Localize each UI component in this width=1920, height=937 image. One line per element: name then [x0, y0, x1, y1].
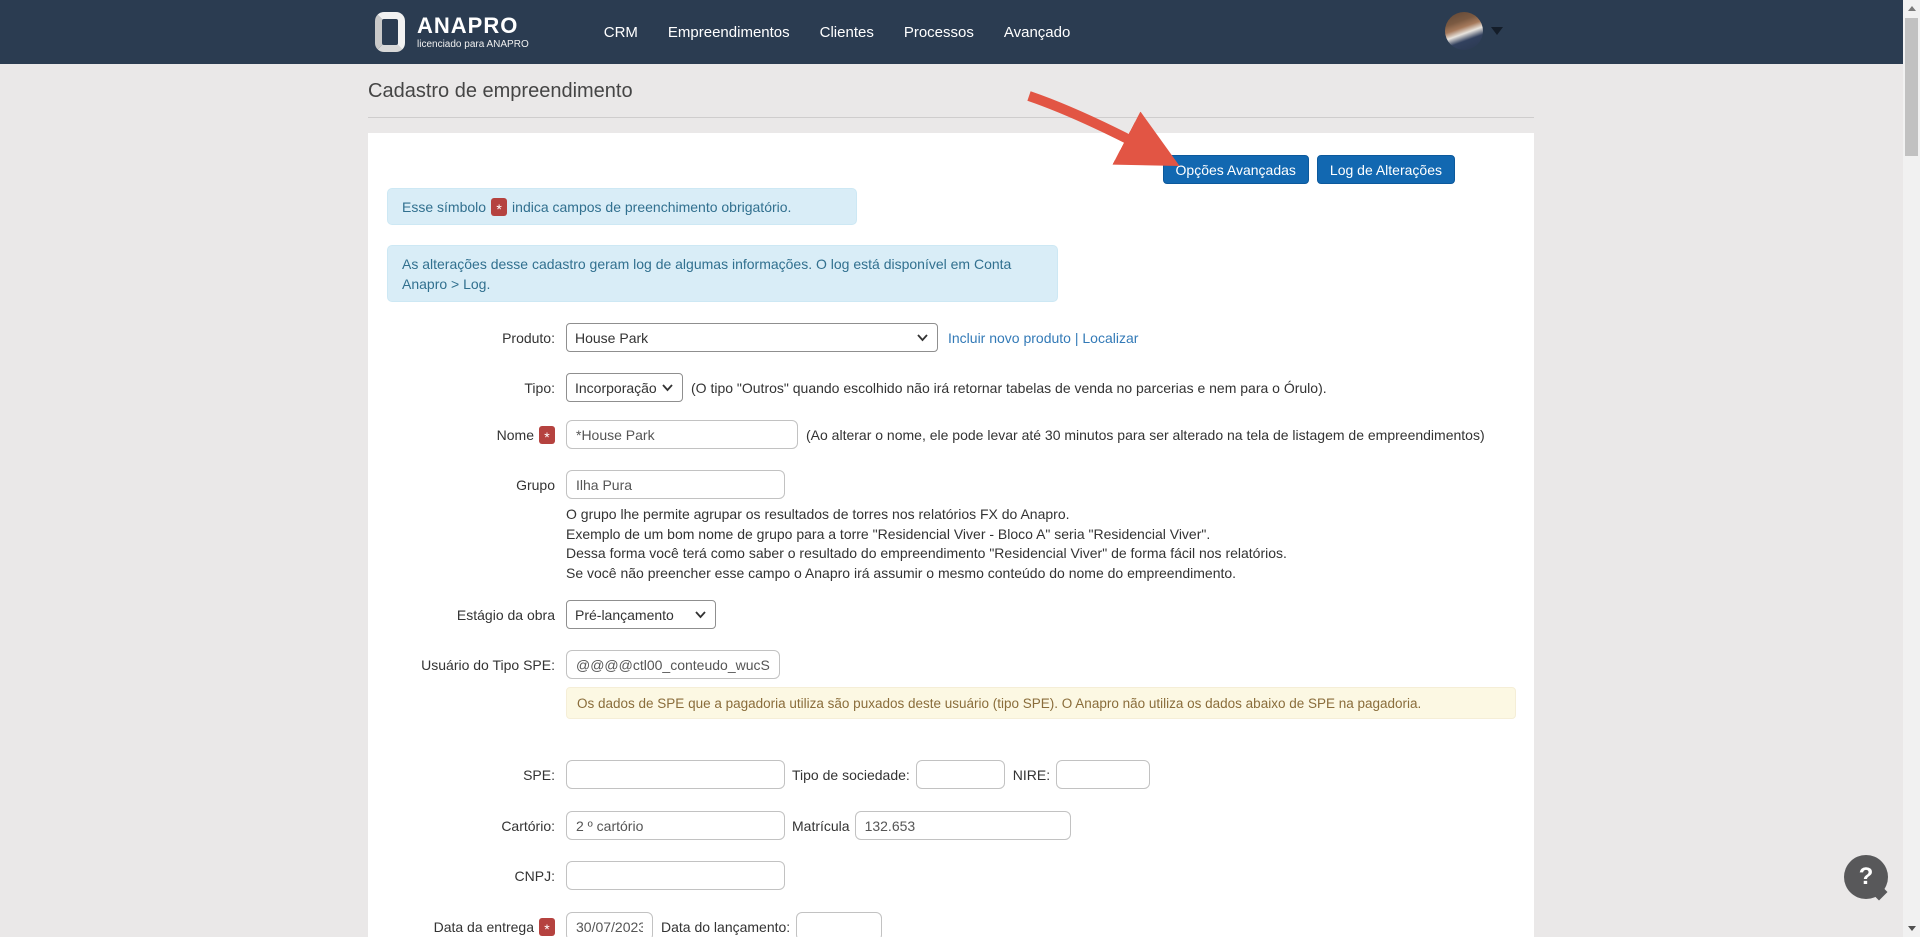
tipo-select[interactable]: Incorporação — [566, 373, 683, 402]
data-lancamento-label: Data do lançamento: — [661, 919, 790, 935]
cartorio-label: Cartório: — [368, 818, 555, 834]
nome-note: (Ao alterar o nome, ele pode levar até 3… — [806, 427, 1485, 443]
usuario-spe-row: Usuário do Tipo SPE: — [368, 650, 780, 679]
toolbar: Opções Avançadas Log de Alterações — [1163, 155, 1455, 184]
anapro-logo[interactable]: ANAPRO licenciado para ANAPRO — [375, 12, 529, 52]
data-entrega-label: Data da entrega * — [368, 918, 555, 936]
main-nav: CRM Empreendimentos Clientes Processos A… — [591, 16, 1084, 49]
grupo-help-text: O grupo lhe permite agrupar os resultado… — [566, 505, 1287, 583]
data-lancamento-input[interactable] — [796, 912, 882, 937]
chevron-down-icon — [694, 610, 707, 619]
cartorio-row: Cartório: Matrícula — [368, 811, 1071, 840]
log-info-text: As alterações desse cadastro geram log d… — [402, 254, 1043, 294]
cnpj-label: CNPJ: — [368, 868, 555, 884]
nome-label: Nome * — [368, 426, 555, 444]
link-separator: | — [1075, 330, 1079, 346]
tipo-note: (O tipo "Outros" quando escolhido não ir… — [691, 380, 1327, 396]
log-info-alert: As alterações desse cadastro geram log d… — [387, 245, 1058, 302]
produto-select[interactable]: House Park — [566, 323, 938, 352]
nire-input[interactable] — [1056, 760, 1150, 789]
usuario-spe-label: Usuário do Tipo SPE: — [368, 657, 555, 673]
vertical-scrollbar[interactable] — [1903, 0, 1920, 937]
anapro-logo-icon — [375, 12, 405, 52]
nav-item-avancado[interactable]: Avançado — [991, 16, 1083, 49]
tipo-label: Tipo: — [368, 380, 555, 396]
arrow-down-icon — [1908, 926, 1916, 931]
localizar-link[interactable]: Localizar — [1082, 330, 1138, 346]
nome-label-text: Nome — [497, 427, 534, 443]
cartorio-input[interactable] — [566, 811, 785, 840]
cnpj-input[interactable] — [566, 861, 785, 890]
grupo-input[interactable] — [566, 470, 785, 499]
estagio-row: Estágio da obra Pré-lançamento — [368, 600, 716, 629]
help-button[interactable]: ? — [1844, 855, 1888, 899]
nav-item-clientes[interactable]: Clientes — [807, 16, 887, 49]
usuario-spe-input[interactable] — [566, 650, 780, 679]
arrow-up-icon — [1908, 6, 1916, 11]
estagio-select-value: Pré-lançamento — [575, 607, 674, 623]
data-entrega-row: Data da entrega * Data do lançamento: — [368, 912, 882, 937]
grupo-help-line: Dessa forma você terá como saber o resul… — [566, 544, 1287, 564]
produto-label: Produto: — [368, 330, 555, 346]
grupo-label: Grupo — [368, 477, 555, 493]
spe-warning-alert: Os dados de SPE que a pagadoria utiliza … — [566, 687, 1516, 719]
required-asterisk-badge: * — [491, 198, 507, 216]
grupo-row: Grupo — [368, 470, 785, 499]
produto-row: Produto: House Park Incluir novo produto… — [368, 323, 1138, 352]
estagio-select[interactable]: Pré-lançamento — [566, 600, 716, 629]
grupo-help-line: Se você não preencher esse campo o Anapr… — [566, 564, 1287, 584]
matricula-input[interactable] — [855, 811, 1071, 840]
chevron-down-icon[interactable] — [1491, 27, 1503, 35]
user-menu[interactable] — [1445, 12, 1503, 50]
spe-label: SPE: — [368, 767, 555, 783]
nire-label: NIRE: — [1013, 767, 1050, 783]
spe-warning-text: Os dados de SPE que a pagadoria utiliza … — [577, 696, 1421, 711]
tipo-sociedade-label: Tipo de sociedade: — [792, 767, 910, 783]
nome-input[interactable] — [566, 420, 798, 449]
nav-item-empreendimentos[interactable]: Empreendimentos — [655, 16, 803, 49]
required-asterisk-badge: * — [539, 426, 555, 444]
scrollbar-thumb[interactable] — [1905, 18, 1918, 156]
data-entrega-label-text: Data da entrega — [434, 919, 534, 935]
scroll-up-button[interactable] — [1903, 0, 1920, 17]
brand-subtitle: licenciado para ANAPRO — [417, 39, 529, 50]
produto-select-value: House Park — [575, 330, 648, 346]
chevron-down-icon — [661, 383, 674, 392]
spe-row: SPE: Tipo de sociedade: NIRE: — [368, 760, 1150, 789]
required-asterisk-badge: * — [539, 918, 555, 936]
chevron-down-icon — [916, 333, 929, 342]
grupo-help-line: O grupo lhe permite agrupar os resultado… — [566, 505, 1287, 525]
estagio-label: Estágio da obra — [368, 607, 555, 623]
nome-row: Nome * (Ao alterar o nome, ele pode leva… — [368, 420, 1485, 449]
tipo-select-value: Incorporação — [575, 380, 657, 396]
data-entrega-input[interactable] — [566, 912, 653, 937]
form-card: Opções Avançadas Log de Alterações Esse … — [368, 133, 1534, 937]
question-mark-icon: ? — [1844, 855, 1888, 899]
page-title: Cadastro de empreendimento — [368, 80, 633, 103]
matricula-label: Matrícula — [792, 818, 850, 834]
change-log-button[interactable]: Log de Alterações — [1317, 155, 1455, 184]
nav-item-crm[interactable]: CRM — [591, 16, 651, 49]
cnpj-row: CNPJ: — [368, 861, 785, 890]
spe-input[interactable] — [566, 760, 785, 789]
title-divider — [368, 117, 1534, 118]
advanced-options-button[interactable]: Opções Avançadas — [1163, 155, 1309, 184]
required-alert-suffix: indica campos de preenchimento obrigatór… — [512, 199, 791, 215]
user-avatar[interactable] — [1445, 12, 1483, 50]
brand-name: ANAPRO — [417, 15, 529, 37]
incluir-novo-produto-link[interactable]: Incluir novo produto — [948, 330, 1071, 346]
grupo-help-line: Exemplo de um bom nome de grupo para a t… — [566, 525, 1287, 545]
required-alert-prefix: Esse símbolo — [402, 199, 486, 215]
top-navbar: ANAPRO licenciado para ANAPRO CRM Empree… — [0, 0, 1903, 64]
nav-item-processos[interactable]: Processos — [891, 16, 987, 49]
required-fields-alert: Esse símbolo * indica campos de preenchi… — [387, 188, 857, 225]
tipo-row: Tipo: Incorporação (O tipo "Outros" quan… — [368, 373, 1327, 402]
scroll-down-button[interactable] — [1903, 920, 1920, 937]
tipo-sociedade-input[interactable] — [916, 760, 1005, 789]
